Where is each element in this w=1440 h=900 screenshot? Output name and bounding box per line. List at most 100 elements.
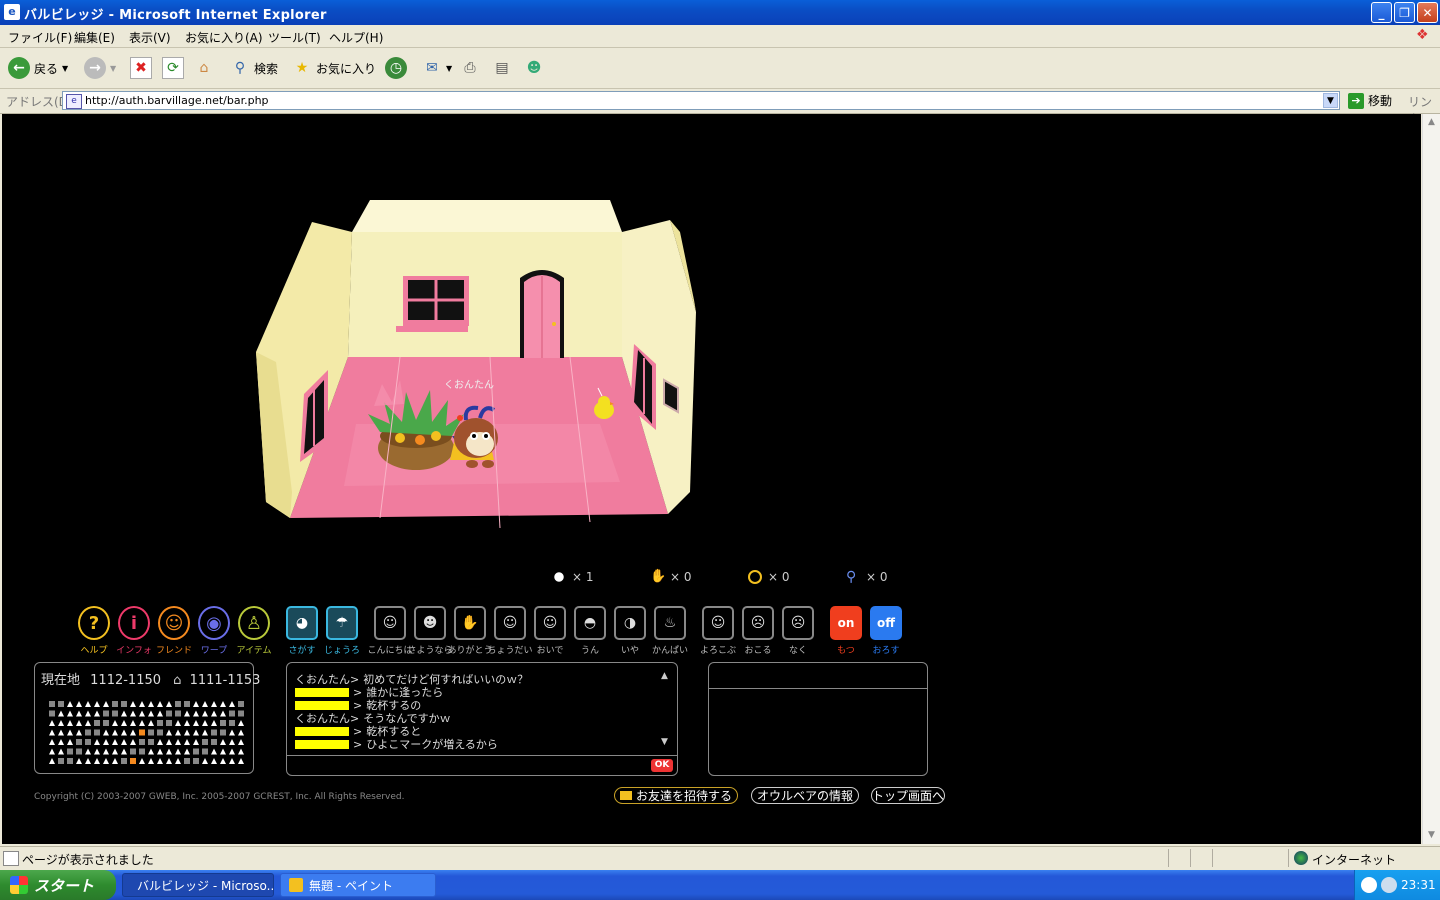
top-page-link[interactable]: トップ画面へ (871, 787, 945, 804)
scroll-down-icon[interactable]: ▼ (1423, 827, 1440, 844)
print-button[interactable]: ⎙ (460, 55, 480, 81)
drop-off-button[interactable]: off おろす (868, 606, 904, 656)
minimap-tile (76, 758, 82, 764)
chat-ok-button[interactable]: OK (651, 759, 673, 772)
taskbar-paint-window[interactable]: 無題 - ペイント (280, 873, 436, 897)
invite-friends-link[interactable]: お友達を招待する (614, 787, 738, 804)
history-button[interactable]: ◷ (385, 55, 407, 81)
cry-icon: ☹ (782, 606, 814, 640)
restore-button[interactable]: ❐ (1394, 2, 1415, 23)
chat-scroll-down-icon[interactable]: ▼ (661, 737, 668, 747)
stop-button[interactable]: ✖ (130, 55, 152, 81)
minimap-tile (202, 748, 208, 755)
menu-edit[interactable]: 編集(E) (74, 29, 115, 46)
close-button[interactable]: ✕ (1417, 2, 1438, 23)
minimap-tile (67, 748, 73, 755)
redacted-name (295, 687, 349, 697)
action-search-icon: ◕ (286, 606, 318, 640)
minimap-tile (76, 720, 82, 726)
minimap-tile (49, 710, 55, 717)
minimap-tile (121, 748, 127, 755)
forward-dropdown-icon[interactable]: ▼ (110, 64, 116, 73)
menu-help[interactable]: ヘルプ(H) (329, 29, 383, 46)
minimap-tile (220, 748, 226, 755)
tray-expand-icon[interactable] (1361, 877, 1377, 893)
start-button[interactable]: スタート (0, 870, 116, 900)
chat-text-6: ひよこマークが増えるから (366, 738, 498, 751)
minimap-tile (103, 739, 109, 745)
mail-button[interactable]: ✉ ▼ (422, 55, 452, 81)
minimap-tile (184, 739, 190, 745)
minimap-tile (238, 748, 244, 755)
messenger-button[interactable]: ☻ (524, 55, 544, 81)
minimap-tile (103, 748, 109, 755)
menu-view[interactable]: 表示(V) (129, 29, 171, 46)
nav-item-button[interactable]: ♙ アイテム (236, 606, 272, 656)
redacted-name (295, 700, 349, 710)
go-button[interactable]: ➔ 移動 (1348, 92, 1392, 109)
action-cheers-button[interactable]: ♨ かんぱい (652, 606, 688, 656)
minimap-tile (85, 739, 91, 745)
menu-tools[interactable]: ツール(T) (268, 29, 321, 46)
back-dropdown-icon[interactable]: ▼ (62, 64, 68, 73)
minimap-tile (130, 710, 136, 717)
menu-file[interactable]: ファイル(F) (8, 29, 72, 46)
vertical-scrollbar[interactable]: ▲ ▼ (1422, 114, 1440, 844)
minimap-tile (157, 758, 163, 764)
stat-pin: ⚲ × 0 (846, 570, 888, 584)
edit-button[interactable]: ▤ (492, 55, 512, 81)
menu-favorites[interactable]: お気に入り(A) (185, 29, 263, 46)
search-button[interactable]: ⚲ 検索 (230, 55, 278, 81)
start-label: スタート (34, 876, 95, 895)
help-icon: ? (78, 606, 110, 640)
mail-dropdown-icon[interactable]: ▼ (446, 64, 452, 73)
hello-icon: ☺ (374, 606, 406, 640)
chat-panel: くおんたん> 初めてだけど何すればいいのｗ？ > 誰かに逢ったら > 乾杯するの… (286, 662, 678, 776)
menu-bar: ファイル(F) 編集(E) 表示(V) お気に入り(A) ツール(T) ヘルプ(… (0, 25, 1440, 48)
minimize-button[interactable]: _ (1371, 2, 1392, 23)
forward-button[interactable]: → ▼ (84, 55, 116, 81)
minimap-tile (139, 758, 145, 764)
owlbear-info-link[interactable]: オウルベアの情報 (751, 787, 859, 804)
minimap-tile (49, 758, 55, 764)
envelope-icon (619, 791, 632, 800)
minimap-tile (112, 701, 118, 707)
windows-flag-icon (10, 876, 28, 894)
system-tray: 23:31 (1354, 870, 1440, 900)
minimap-tile (112, 710, 118, 717)
minimap-tile (85, 729, 91, 736)
tray-pen-icon[interactable] (1381, 877, 1397, 893)
minimap-tile (229, 739, 235, 745)
stat-chick: × 1 (552, 570, 594, 584)
address-dropdown-icon[interactable]: ▼ (1323, 93, 1338, 108)
back-label: 戻る (34, 61, 59, 76)
taskbar-ie-window[interactable]: バルビレッジ - Microso... (122, 873, 274, 897)
room-scene[interactable] (250, 192, 710, 532)
back-arrow-icon: ← (8, 57, 30, 79)
chat-scroll-up-icon[interactable]: ▲ (661, 671, 668, 681)
minimap-tile (58, 701, 64, 707)
minimap-tile (166, 729, 172, 736)
chat-input[interactable] (291, 758, 645, 772)
minimap-tile (49, 701, 55, 707)
refresh-button[interactable]: ⟳ (162, 55, 184, 81)
favorites-button[interactable]: ★ お気に入り (292, 55, 376, 81)
minimap-tile (193, 720, 199, 726)
minimap-tile (94, 720, 100, 726)
home-button[interactable]: ⌂ (194, 55, 214, 81)
address-url: http://auth.barvillage.net/bar.php (85, 94, 269, 107)
minimap-tile (175, 710, 181, 717)
action-watering-button[interactable]: ☂ じょうろ (324, 606, 360, 656)
location-label: 現在地 (41, 673, 81, 688)
scroll-up-icon[interactable]: ▲ (1423, 114, 1440, 131)
thanks-icon: ✋ (454, 606, 486, 640)
minimap-tile (193, 710, 199, 717)
minimap-tile (112, 739, 118, 745)
address-input[interactable]: e http://auth.barvillage.net/bar.php ▼ (62, 91, 1340, 110)
minimap[interactable] (45, 699, 245, 767)
yes-icon: ◓ (574, 606, 606, 640)
location-title: 現在地 1112-1150 ⌂ 1111-1153 (41, 669, 260, 688)
minimap-tile (238, 710, 244, 717)
action-cry-button[interactable]: ☹ なく (780, 606, 816, 656)
back-button[interactable]: ← 戻る ▼ (8, 55, 68, 81)
